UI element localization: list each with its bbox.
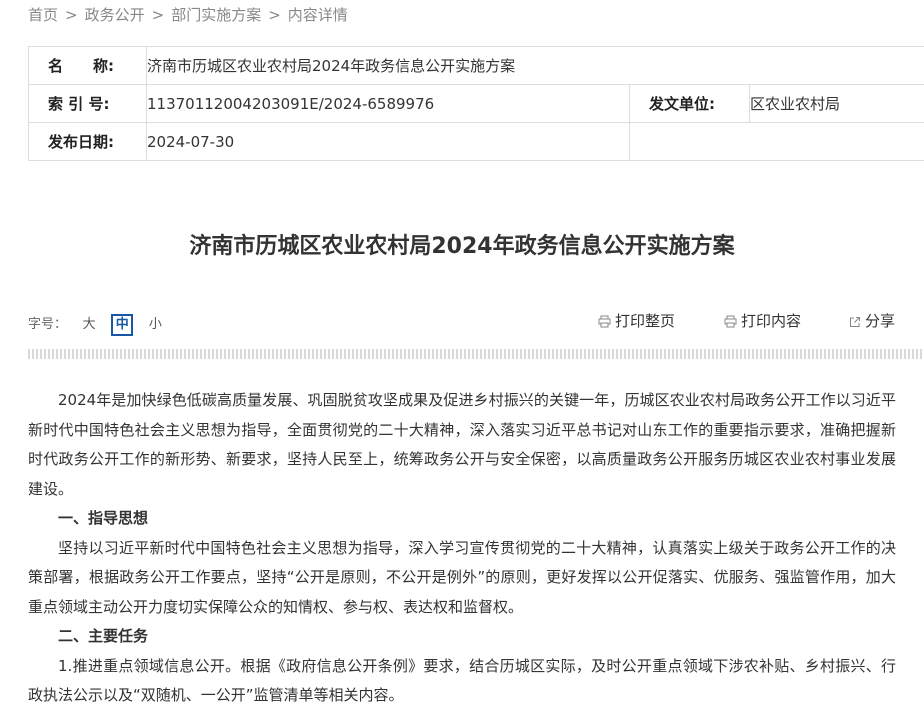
font-size-medium-button[interactable]: 中: [111, 314, 133, 336]
meta-name-value: 济南市历城区农业农村局2024年政务信息公开实施方案: [147, 47, 924, 85]
breadcrumb-home[interactable]: 首页: [28, 6, 58, 24]
breadcrumb-current: 内容详情: [288, 6, 348, 24]
breadcrumb-dept-plans[interactable]: 部门实施方案: [171, 6, 261, 24]
meta-date-label: 发布日期:: [29, 123, 147, 161]
breadcrumb-separator: >: [65, 6, 78, 24]
meta-empty-cell: [630, 123, 924, 161]
meta-index-label: 索 引 号:: [29, 85, 147, 123]
meta-name-label: 名 称:: [29, 47, 147, 85]
print-page-label: 打印整页: [615, 312, 675, 330]
font-size-selector: 字号： 大 中 小: [28, 313, 166, 336]
print-content-button[interactable]: 打印内容: [724, 310, 801, 331]
article-content: 2024年是加快绿色低碳高质量发展、巩固脱贫攻坚成果及促进乡村振兴的关键一年，历…: [28, 386, 896, 711]
meta-issuer-value: 区农业农村局: [750, 85, 924, 123]
share-button[interactable]: 分享: [849, 310, 895, 331]
meta-index-value: 11370112004203091E/2024-6589976: [147, 85, 630, 123]
article-title: 济南市历城区农业农村局2024年政务信息公开实施方案: [0, 228, 924, 260]
meta-name-label-text: 名 称:: [48, 57, 114, 75]
meta-row-index: 索 引 号: 11370112004203091E/2024-6589976 发…: [29, 85, 924, 123]
meta-row-date: 发布日期: 2024-07-30: [29, 123, 924, 161]
meta-issuer-label: 发文单位:: [630, 85, 750, 123]
font-size-large-button[interactable]: 大: [78, 314, 100, 336]
dotted-divider: [28, 349, 924, 359]
meta-date-value: 2024-07-30: [147, 123, 630, 161]
heading-main-tasks: 二、主要任务: [28, 622, 896, 652]
printer-icon: [724, 315, 737, 328]
meta-row-name: 名 称: 济南市历城区农业农村局2024年政务信息公开实施方案: [29, 47, 924, 85]
meta-index-label-text: 索 引 号:: [48, 95, 109, 113]
printer-icon: [598, 315, 611, 328]
font-size-small-button[interactable]: 小: [144, 314, 166, 336]
share-icon: [849, 316, 861, 328]
share-label: 分享: [865, 312, 895, 330]
paragraph-guiding-ideology: 坚持以习近平新时代中国特色社会主义思想为指导，深入学习宣传贯彻党的二十大精神，认…: [28, 534, 896, 623]
breadcrumb: 首页 > 政务公开 > 部门实施方案 > 内容详情: [28, 4, 348, 25]
breadcrumb-separator: >: [268, 6, 281, 24]
paragraph-task-1: 1.推进重点领域信息公开。根据《政府信息公开条例》要求，结合历城区实际，及时公开…: [28, 652, 896, 711]
breadcrumb-gov-affairs[interactable]: 政务公开: [85, 6, 145, 24]
document-meta-table: 名 称: 济南市历城区农业农村局2024年政务信息公开实施方案 索 引 号: 1…: [28, 46, 924, 161]
breadcrumb-separator: >: [152, 6, 165, 24]
heading-guiding-ideology: 一、指导思想: [28, 504, 896, 534]
font-size-label: 字号：: [28, 317, 67, 332]
paragraph-intro: 2024年是加快绿色低碳高质量发展、巩固脱贫攻坚成果及促进乡村振兴的关键一年，历…: [28, 386, 896, 504]
print-page-button[interactable]: 打印整页: [598, 310, 675, 331]
print-content-label: 打印内容: [741, 312, 801, 330]
